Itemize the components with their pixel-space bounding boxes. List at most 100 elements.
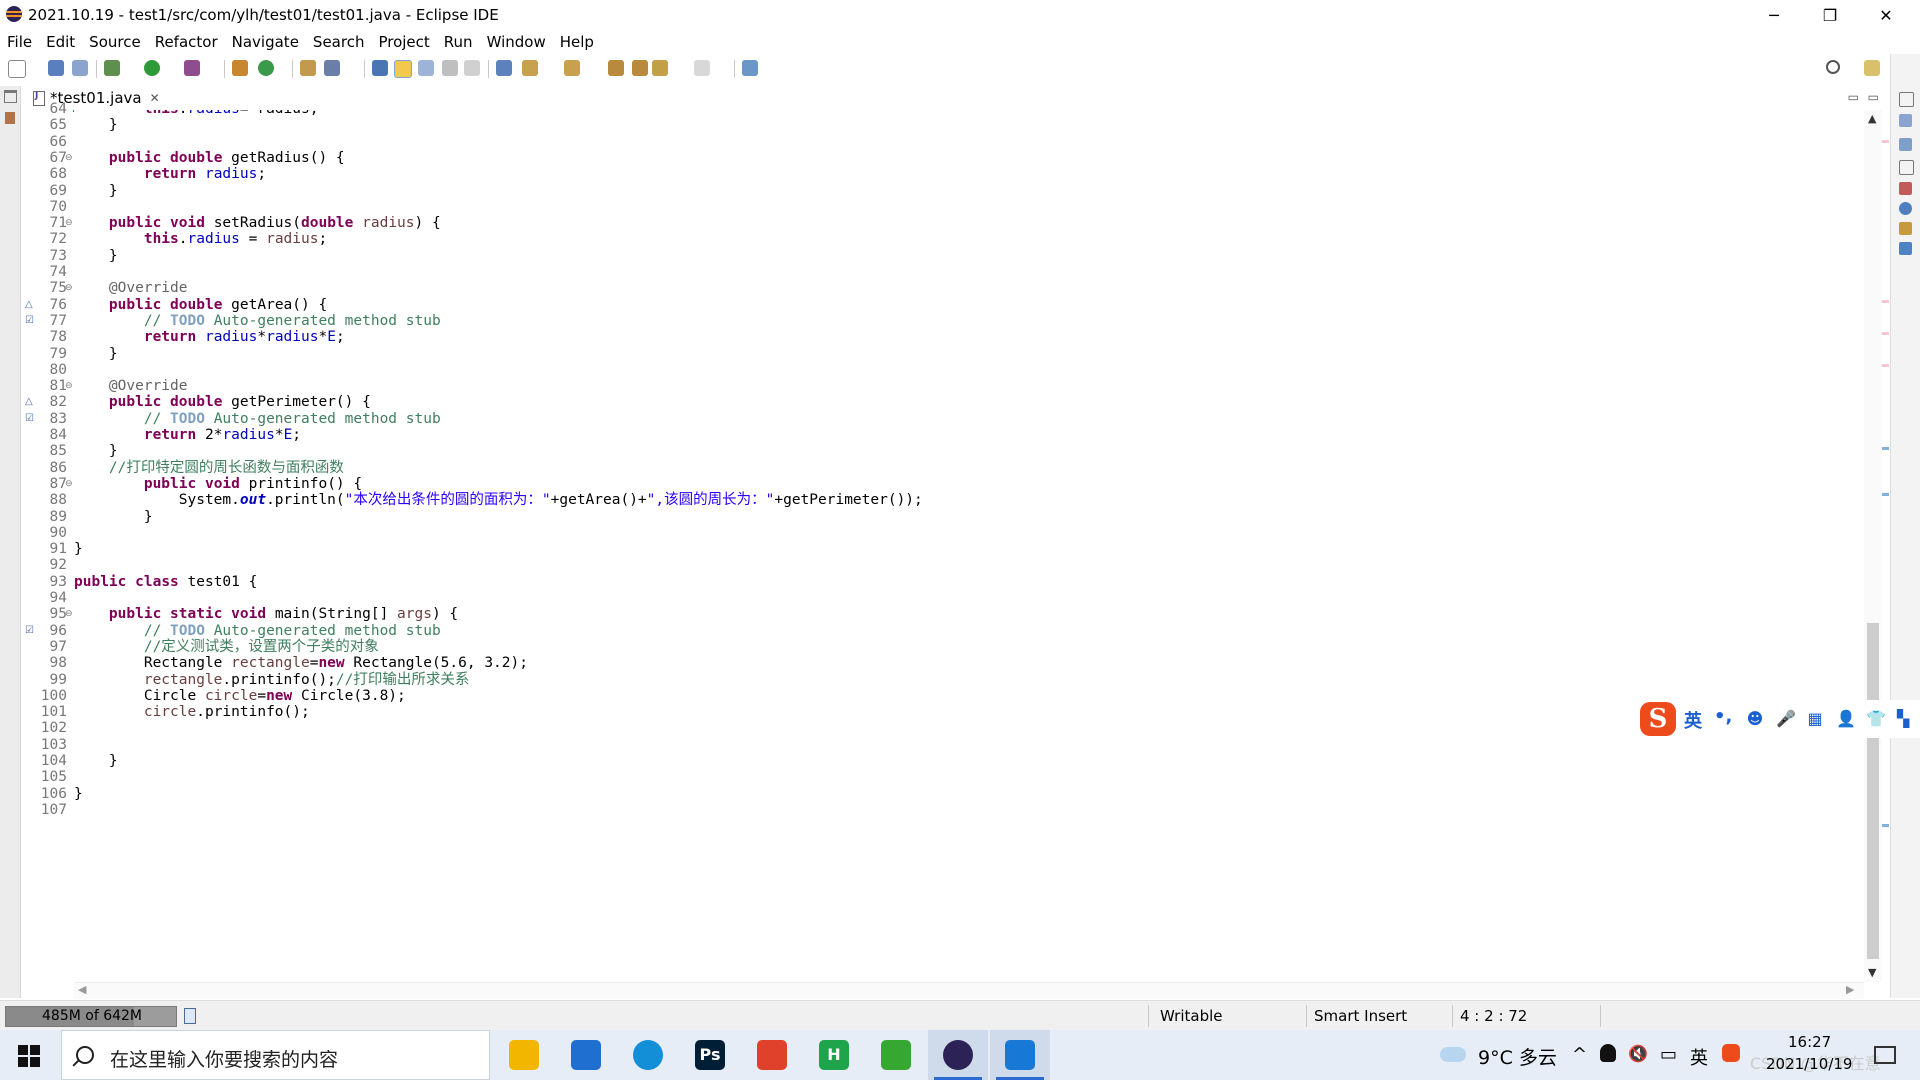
vertical-scroll-thumb[interactable] xyxy=(1867,623,1879,959)
line-number[interactable]: 79 xyxy=(21,346,67,362)
code-line[interactable]: } xyxy=(74,115,118,135)
heap-status[interactable]: 485M of 642M xyxy=(5,1006,177,1027)
taskbar-mail[interactable] xyxy=(556,1030,616,1080)
tray-chevron-icon[interactable]: ^ xyxy=(1572,1044,1587,1065)
last-edit-icon[interactable] xyxy=(608,60,624,76)
taskbar-photoshop[interactable]: Ps xyxy=(680,1030,740,1080)
line-number[interactable]: 68 xyxy=(21,166,67,182)
line-number[interactable]: 95 xyxy=(21,606,67,622)
new-icon[interactable] xyxy=(8,60,26,78)
toggle-mark-icon[interactable] xyxy=(372,60,388,76)
weather-cloud-icon[interactable] xyxy=(1440,1047,1466,1062)
horizontal-scrollbar[interactable]: ◀ ▶ xyxy=(74,982,1864,999)
menu-refactor[interactable]: Refactor xyxy=(148,30,225,54)
code-line[interactable]: } xyxy=(74,246,118,266)
tray-ime-icon[interactable]: 英 xyxy=(1690,1044,1708,1070)
whitespace-icon[interactable] xyxy=(442,60,458,76)
next-annotation-icon[interactable] xyxy=(522,60,538,76)
line-number[interactable]: 74 xyxy=(21,264,67,280)
javadoc-icon[interactable] xyxy=(1899,202,1912,215)
skin-icon[interactable]: 👕 xyxy=(1866,710,1886,728)
line-number[interactable]: 73 xyxy=(21,248,67,264)
debug-icon[interactable] xyxy=(104,60,120,76)
line-number-gutter[interactable]: 64 65 66 67 ⊖ 68 69 70 71 ⊖ 72 73 74 75 ⊖ 76 △ 77 ☑ 78 79 80 8… xyxy=(21,101,73,982)
ime-toolbar[interactable]: S 英 •, ☻ 🎤 ▦ 👤 👕 ▚ xyxy=(1638,700,1920,738)
save-all-icon[interactable] xyxy=(72,60,88,76)
task-marker-icon[interactable]: ☑ xyxy=(25,413,34,424)
fold-toggle-icon[interactable]: ⊖ xyxy=(65,283,73,293)
taskbar-green-app[interactable] xyxy=(866,1030,926,1080)
back-dropdown-icon[interactable] xyxy=(652,60,668,76)
line-number[interactable]: 98 xyxy=(21,655,67,671)
taskbar-hbuilder[interactable]: H xyxy=(804,1030,864,1080)
editor-maximize-icon[interactable]: ▭ xyxy=(1868,90,1879,104)
task-marker-icon[interactable]: ☑ xyxy=(25,625,34,636)
line-number[interactable]: 72 xyxy=(21,231,67,247)
run-icon[interactable] xyxy=(144,60,160,76)
skip-breakpoints-icon[interactable] xyxy=(496,60,512,76)
close-button[interactable]: ✕ xyxy=(1858,0,1914,30)
taskbar-edge[interactable] xyxy=(618,1030,678,1080)
line-number[interactable]: 102 xyxy=(21,720,67,736)
taskbar-phone-app[interactable] xyxy=(990,1030,1050,1080)
menu-edit[interactable]: Edit xyxy=(39,30,82,54)
line-number[interactable]: 64 xyxy=(21,101,67,117)
package-explorer-icon[interactable] xyxy=(5,112,15,124)
show-whitespace-icon[interactable] xyxy=(464,60,480,76)
back-icon[interactable] xyxy=(632,60,648,76)
code-line[interactable]: } xyxy=(74,539,83,559)
code-line[interactable]: public class test01 { xyxy=(74,572,257,592)
weather-text[interactable]: 9°C 多云 xyxy=(1478,1043,1557,1070)
fold-toggle-icon[interactable]: ⊖ xyxy=(65,153,73,163)
mic-icon[interactable]: 🎤 xyxy=(1776,710,1796,728)
open-perspective-icon[interactable] xyxy=(1864,60,1880,76)
vertical-scrollbar[interactable]: ▲ ▼ xyxy=(1864,110,1882,982)
line-number[interactable]: 91 xyxy=(21,541,67,557)
code-editor[interactable]: this.radius= radius; } public double get… xyxy=(74,110,1864,982)
battery-icon[interactable]: ▭ xyxy=(1660,1044,1677,1065)
taskbar-eclipse[interactable] xyxy=(928,1030,988,1080)
override-marker-icon[interactable]: △ xyxy=(25,396,33,407)
restore-view-icon[interactable] xyxy=(4,90,17,103)
line-number[interactable]: 103 xyxy=(21,737,67,753)
taskbar-office[interactable] xyxy=(742,1030,802,1080)
line-number[interactable]: 104 xyxy=(21,753,67,769)
status-cursor-position[interactable]: 4 : 2 : 72 xyxy=(1460,1001,1527,1031)
line-number[interactable]: 93 xyxy=(21,574,67,590)
prev-annotation-icon[interactable] xyxy=(564,60,580,76)
override-marker-icon[interactable]: △ xyxy=(25,299,33,310)
line-number[interactable]: 81 xyxy=(21,378,67,394)
save-icon[interactable] xyxy=(48,60,64,76)
task-list-icon[interactable] xyxy=(1899,138,1912,151)
sogou-logo[interactable]: S xyxy=(1640,702,1676,736)
menu-project[interactable]: Project xyxy=(371,30,436,54)
open-type-icon[interactable] xyxy=(300,60,316,76)
garbage-collect-icon[interactable] xyxy=(184,1008,196,1024)
scroll-up-icon[interactable]: ▲ xyxy=(1868,112,1876,125)
block-select-icon[interactable] xyxy=(418,60,434,76)
line-number[interactable]: 69 xyxy=(21,183,67,199)
restore-outline-icon[interactable] xyxy=(1899,92,1914,107)
search-icon[interactable] xyxy=(1826,60,1840,74)
menu-source[interactable]: Source xyxy=(82,30,148,54)
line-number[interactable]: 84 xyxy=(21,427,67,443)
line-number[interactable]: 92 xyxy=(21,557,67,573)
line-number[interactable]: 100 xyxy=(21,688,67,704)
line-number[interactable]: 70 xyxy=(21,199,67,215)
line-number[interactable]: 67 xyxy=(21,150,67,166)
forward-icon[interactable] xyxy=(694,60,710,76)
scroll-down-icon[interactable]: ▼ xyxy=(1868,966,1876,979)
keyboard-icon[interactable]: ▦ xyxy=(1806,710,1824,728)
line-number[interactable]: 89 xyxy=(21,509,67,525)
external-tools-icon[interactable] xyxy=(184,60,200,76)
clock-time[interactable]: 16:27 xyxy=(1788,1033,1831,1051)
declaration-icon[interactable] xyxy=(1899,222,1912,235)
clock-date[interactable]: 2021/10/19 xyxy=(1766,1055,1852,1073)
line-number[interactable]: 106 xyxy=(21,786,67,802)
fold-toggle-icon[interactable]: ⊖ xyxy=(65,479,73,489)
line-number[interactable]: 75 xyxy=(21,280,67,296)
emoji-icon[interactable]: ☻ xyxy=(1746,710,1764,728)
new-class-icon[interactable] xyxy=(258,60,274,76)
search-tool-icon[interactable] xyxy=(324,60,340,76)
notification-icon[interactable] xyxy=(1874,1046,1896,1064)
